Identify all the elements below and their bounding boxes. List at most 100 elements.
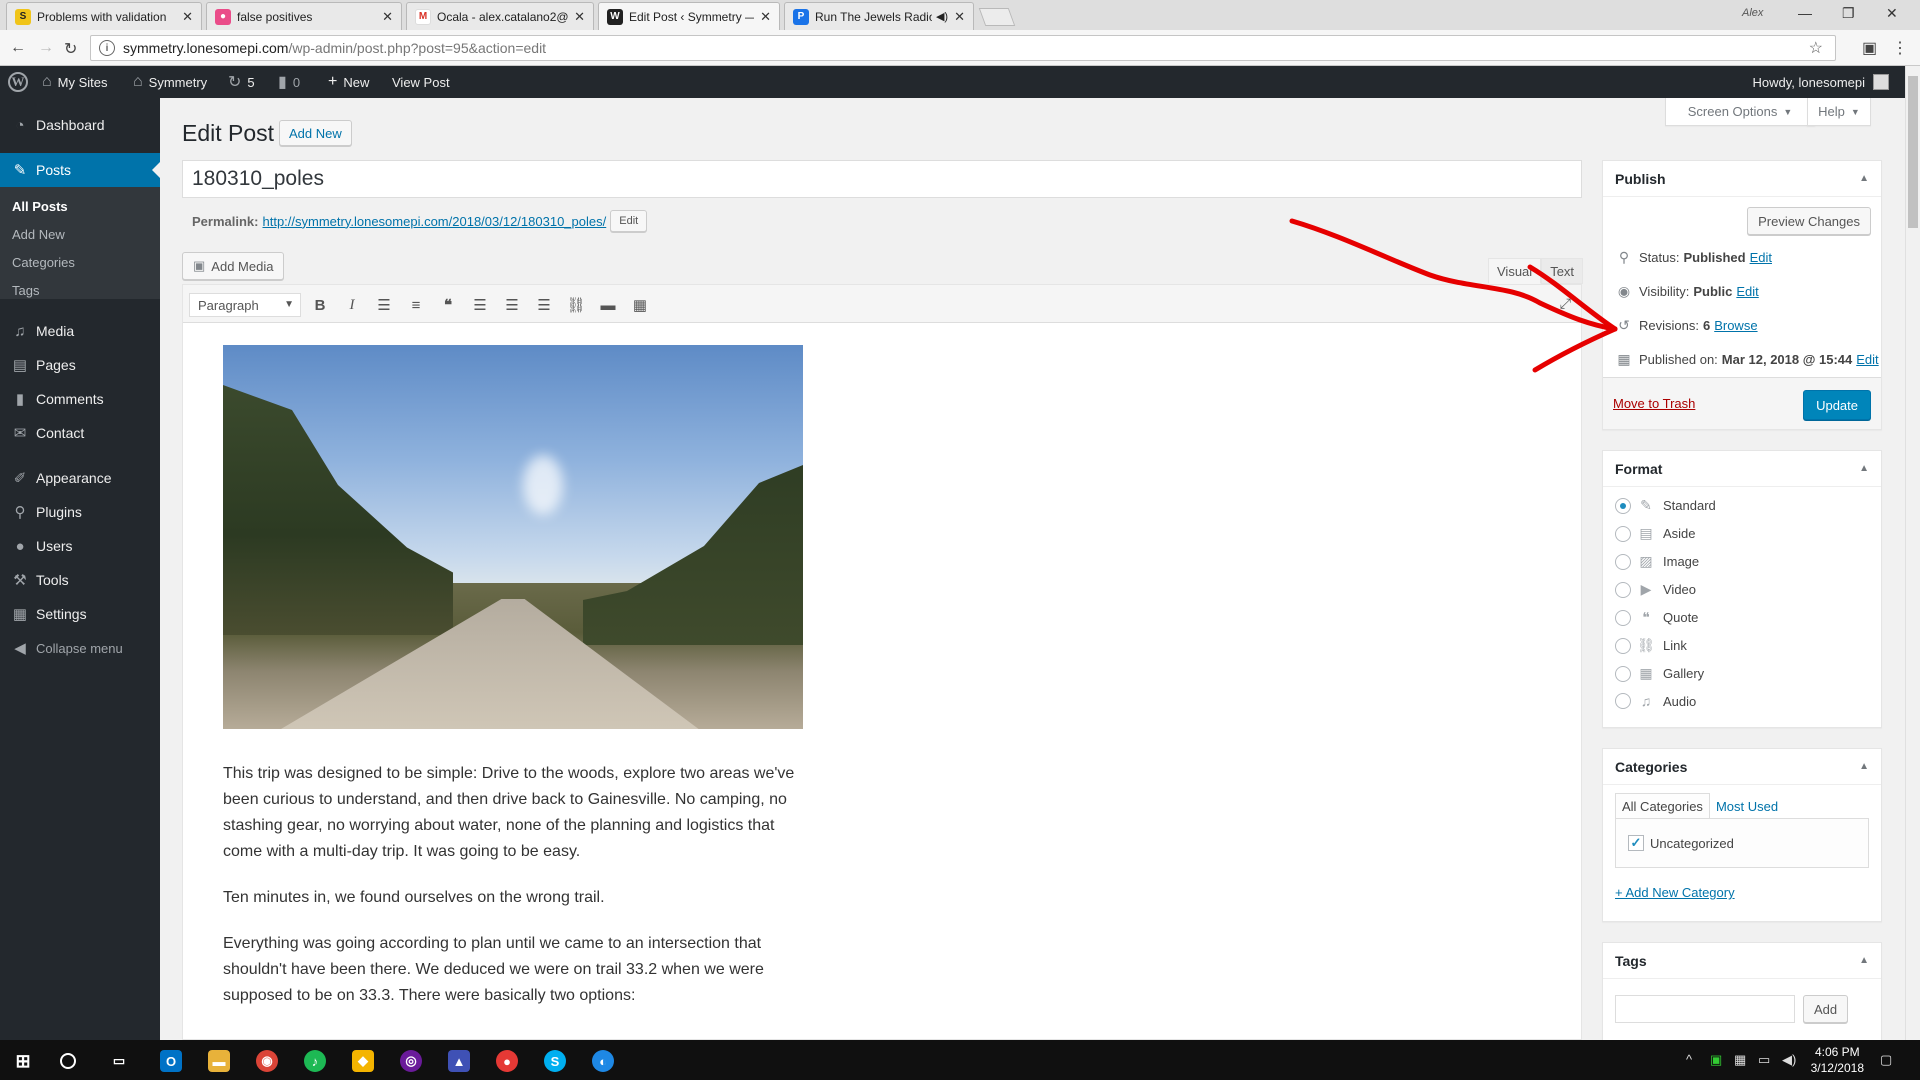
- update-button[interactable]: Update: [1803, 390, 1871, 420]
- permalink-edit-button[interactable]: Edit: [610, 210, 648, 232]
- collapse-arrow-icon[interactable]: ▲: [1859, 761, 1869, 772]
- radio-video[interactable]: [1615, 581, 1631, 598]
- close-icon[interactable]: ✕: [382, 9, 393, 25]
- browser-tab-3[interactable]: M Ocala - alex.catalano2@g ✕: [406, 2, 594, 30]
- category-item[interactable]: ✓ Uncategorized: [1628, 835, 1734, 851]
- radio-image[interactable]: [1615, 553, 1631, 570]
- radio-aside[interactable]: [1615, 525, 1631, 542]
- screen-options-button[interactable]: Screen Options ▼: [1665, 98, 1815, 126]
- radio-link[interactable]: [1615, 637, 1631, 654]
- notifications-icon[interactable]: ▢: [1880, 1052, 1892, 1068]
- reload-icon[interactable]: ↻: [64, 39, 77, 59]
- read-more-icon[interactable]: ▬: [597, 295, 619, 315]
- collapse-arrow-icon[interactable]: ▲: [1859, 463, 1869, 474]
- numbered-list-icon[interactable]: ≡: [405, 295, 427, 315]
- collapse-menu-button[interactable]: ◀ Collapse menu: [0, 631, 160, 665]
- add-new-category-link[interactable]: + Add New Category: [1615, 885, 1735, 900]
- help-button[interactable]: Help ▼: [1807, 98, 1871, 126]
- clock[interactable]: 4:06 PM 3/12/2018: [1811, 1044, 1864, 1076]
- extension-icon[interactable]: ▣: [1862, 38, 1877, 58]
- post-image[interactable]: [223, 345, 803, 729]
- sidebar-item-settings[interactable]: ▦ Settings: [0, 597, 160, 631]
- format-option-aside[interactable]: ▤ Aside: [1615, 525, 1696, 542]
- format-option-image[interactable]: ▨ Image: [1615, 553, 1699, 570]
- align-left-icon[interactable]: ☰: [469, 295, 491, 315]
- menu-icon[interactable]: ⋮: [1892, 38, 1908, 58]
- add-new-button[interactable]: Add New: [279, 120, 352, 146]
- format-option-video[interactable]: ▶ Video: [1615, 581, 1696, 598]
- sidebar-item-plugins[interactable]: ⚲ Plugins: [0, 495, 160, 529]
- browser-tab-5[interactable]: P Run The Jewels Radio ◀) ✕: [784, 2, 974, 30]
- account-menu[interactable]: Howdy, lonesomepi: [1753, 66, 1889, 98]
- radio-quote[interactable]: [1615, 609, 1631, 626]
- radio-standard[interactable]: [1615, 497, 1631, 514]
- bullet-list-icon[interactable]: ☰: [373, 295, 395, 315]
- categories-heading[interactable]: Categories ▲: [1603, 749, 1881, 785]
- move-to-trash-link[interactable]: Move to Trash: [1613, 396, 1695, 411]
- tags-heading[interactable]: Tags ▲: [1603, 943, 1881, 979]
- task-view-icon[interactable]: ▭: [108, 1050, 130, 1072]
- browser-tab-4[interactable]: W Edit Post ‹ Symmetry — ‹ ✕: [598, 2, 780, 30]
- scroll-thumb[interactable]: [1908, 76, 1918, 228]
- submenu-all-posts[interactable]: All Posts: [12, 199, 68, 214]
- status-edit-link[interactable]: Edit: [1750, 250, 1772, 265]
- format-option-quote[interactable]: ❝ Quote: [1615, 609, 1698, 626]
- blockquote-icon[interactable]: ❝: [437, 295, 459, 315]
- back-icon[interactable]: ←: [10, 39, 26, 57]
- sidebar-item-media[interactable]: ♫ Media: [0, 314, 160, 348]
- sidebar-item-posts[interactable]: ✎ Posts: [0, 153, 160, 187]
- close-window-icon[interactable]: ✕: [1886, 5, 1898, 22]
- published-edit-link[interactable]: Edit: [1856, 352, 1878, 367]
- align-right-icon[interactable]: ☰: [533, 295, 555, 315]
- outlook-icon[interactable]: O: [160, 1050, 182, 1072]
- updates-link[interactable]: ↻ 5: [228, 66, 255, 98]
- revisions-browse-link[interactable]: Browse: [1714, 318, 1757, 333]
- radio-gallery[interactable]: [1615, 665, 1631, 682]
- toolbar-toggle-icon[interactable]: ▦: [629, 295, 651, 315]
- link-icon[interactable]: ⛓: [565, 295, 587, 315]
- post-editor[interactable]: Paragraph ▼ B I ☰ ≡ ❝ ☰ ☰ ☰ ⛓ ▬ ▦ ⤢ This …: [182, 284, 1582, 1040]
- sidebar-item-dashboard[interactable]: ◔ Dashboard: [0, 108, 160, 142]
- minimize-icon[interactable]: —: [1798, 5, 1812, 21]
- wp-logo[interactable]: W: [8, 66, 28, 98]
- search-icon[interactable]: [60, 1053, 76, 1069]
- permalink-url[interactable]: http://symmetry.lonesomepi.com/2018/03/1…: [262, 214, 606, 229]
- restore-icon[interactable]: ❐: [1842, 5, 1855, 22]
- italic-icon[interactable]: I: [341, 295, 363, 315]
- chrome-icon[interactable]: ◉: [256, 1050, 278, 1072]
- tray-app-icon[interactable]: ▣: [1710, 1052, 1722, 1068]
- format-option-gallery[interactable]: ▦ Gallery: [1615, 665, 1704, 682]
- bookmark-star-icon[interactable]: ☆: [1809, 38, 1823, 58]
- format-option-standard[interactable]: ✎ Standard: [1615, 497, 1716, 514]
- sidebar-item-appearance[interactable]: ✐ Appearance: [0, 461, 160, 495]
- skype-icon[interactable]: S: [544, 1050, 566, 1072]
- volume-icon[interactable]: ◀): [1782, 1052, 1796, 1068]
- close-icon[interactable]: ✕: [954, 9, 965, 25]
- format-select[interactable]: Paragraph ▼: [189, 293, 301, 317]
- browser-tab-1[interactable]: S Problems with validation ✕: [6, 2, 202, 30]
- submenu-tags[interactable]: Tags: [12, 283, 39, 298]
- bold-icon[interactable]: B: [309, 295, 331, 315]
- submenu-add-new[interactable]: Add New: [12, 227, 65, 242]
- add-tag-button[interactable]: Add: [1803, 995, 1849, 1023]
- my-sites-link[interactable]: ⌂ My Sites: [42, 66, 108, 98]
- sidebar-item-comments[interactable]: ▮ Comments: [0, 382, 160, 416]
- app4-icon[interactable]: ●: [496, 1050, 518, 1072]
- tab-visual[interactable]: Visual: [1488, 258, 1542, 284]
- close-icon[interactable]: ✕: [574, 9, 585, 25]
- folder-icon[interactable]: ▬: [208, 1050, 230, 1072]
- app-icon[interactable]: ◆: [352, 1050, 374, 1072]
- checkbox-checked[interactable]: ✓: [1628, 835, 1644, 851]
- windows-start-icon[interactable]: ⊞: [12, 1050, 34, 1072]
- tray-app2-icon[interactable]: ▦: [1734, 1052, 1746, 1068]
- page-scrollbar[interactable]: [1905, 66, 1920, 1040]
- sidebar-item-users[interactable]: ● Users: [0, 529, 160, 563]
- sidebar-item-contact[interactable]: ✉ Contact: [0, 416, 160, 450]
- sidebar-item-tools[interactable]: ⚒ Tools: [0, 563, 160, 597]
- tab-all-categories[interactable]: All Categories: [1615, 793, 1710, 819]
- comments-link[interactable]: ▮ 0: [278, 66, 300, 98]
- collapse-arrow-icon[interactable]: ▲: [1859, 955, 1869, 966]
- submenu-categories[interactable]: Categories: [12, 255, 75, 270]
- post-title-input[interactable]: 180310_poles: [182, 160, 1582, 198]
- forward-icon[interactable]: →: [38, 39, 54, 57]
